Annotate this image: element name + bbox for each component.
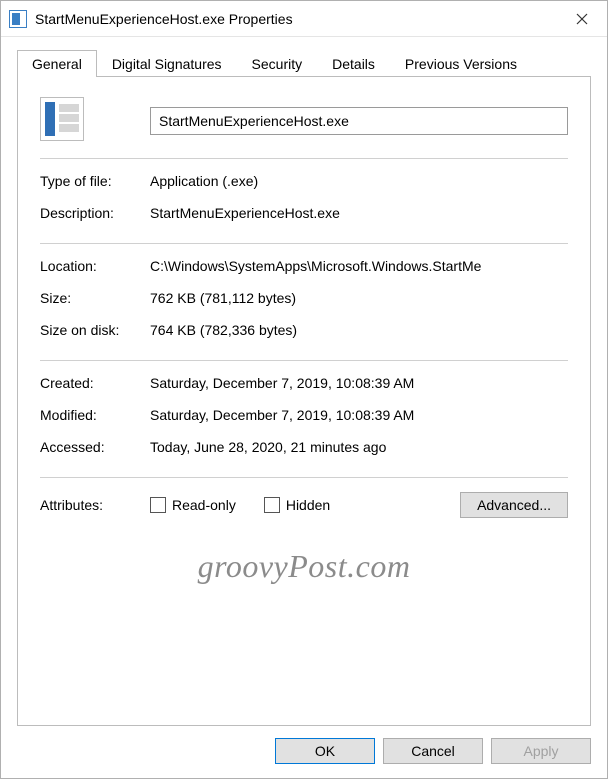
tab-details[interactable]: Details [317, 50, 390, 77]
readonly-label: Read-only [172, 497, 236, 513]
size-on-disk-label: Size on disk: [40, 322, 150, 338]
separator [40, 360, 568, 361]
type-row: Type of file: Application (.exe) [40, 173, 568, 197]
close-button[interactable] [559, 1, 605, 37]
description-value: StartMenuExperienceHost.exe [150, 205, 568, 221]
tab-security[interactable]: Security [237, 50, 318, 77]
app-icon [9, 10, 27, 28]
ok-button[interactable]: OK [275, 738, 375, 764]
description-row: Description: StartMenuExperienceHost.exe [40, 205, 568, 229]
tab-general[interactable]: General [17, 50, 97, 77]
size-value: 762 KB (781,112 bytes) [150, 290, 568, 306]
checkbox-icon [150, 497, 166, 513]
type-label: Type of file: [40, 173, 150, 189]
close-icon [576, 13, 588, 25]
separator [40, 477, 568, 478]
apply-button[interactable]: Apply [491, 738, 591, 764]
location-row: Location: C:\Windows\SystemApps\Microsof… [40, 258, 568, 282]
size-row: Size: 762 KB (781,112 bytes) [40, 290, 568, 314]
window-title: StartMenuExperienceHost.exe Properties [35, 11, 559, 27]
file-icon-cell [40, 97, 150, 144]
properties-window: StartMenuExperienceHost.exe Properties G… [0, 0, 608, 779]
accessed-label: Accessed: [40, 439, 150, 455]
size-on-disk-row: Size on disk: 764 KB (782,336 bytes) [40, 322, 568, 346]
watermark-text: groovyPost.com [40, 548, 568, 585]
titlebar: StartMenuExperienceHost.exe Properties [1, 1, 607, 37]
size-label: Size: [40, 290, 150, 306]
modified-row: Modified: Saturday, December 7, 2019, 10… [40, 407, 568, 431]
content-area: General Digital Signatures Security Deta… [1, 37, 607, 726]
readonly-checkbox[interactable]: Read-only [150, 497, 236, 513]
type-value: Application (.exe) [150, 173, 568, 189]
general-panel: Type of file: Application (.exe) Descrip… [17, 76, 591, 726]
tab-strip: General Digital Signatures Security Deta… [17, 50, 591, 77]
accessed-row: Accessed: Today, June 28, 2020, 21 minut… [40, 439, 568, 463]
application-icon [40, 97, 84, 141]
attributes-row: Attributes: Read-only Hidden Advanced... [40, 492, 568, 518]
checkbox-icon [264, 497, 280, 513]
cancel-button[interactable]: Cancel [383, 738, 483, 764]
size-on-disk-value: 764 KB (782,336 bytes) [150, 322, 568, 338]
filename-row [40, 97, 568, 144]
dialog-footer: OK Cancel Apply [1, 726, 607, 778]
separator [40, 243, 568, 244]
created-label: Created: [40, 375, 150, 391]
created-row: Created: Saturday, December 7, 2019, 10:… [40, 375, 568, 399]
location-value: C:\Windows\SystemApps\Microsoft.Windows.… [150, 258, 568, 274]
accessed-value: Today, June 28, 2020, 21 minutes ago [150, 439, 568, 455]
modified-label: Modified: [40, 407, 150, 423]
filename-input[interactable] [150, 107, 568, 135]
location-label: Location: [40, 258, 150, 274]
modified-value: Saturday, December 7, 2019, 10:08:39 AM [150, 407, 568, 423]
advanced-button[interactable]: Advanced... [460, 492, 568, 518]
tab-digital-signatures[interactable]: Digital Signatures [97, 50, 237, 77]
description-label: Description: [40, 205, 150, 221]
attributes-label: Attributes: [40, 497, 150, 513]
separator [40, 158, 568, 159]
tab-previous-versions[interactable]: Previous Versions [390, 50, 532, 77]
created-value: Saturday, December 7, 2019, 10:08:39 AM [150, 375, 568, 391]
hidden-checkbox[interactable]: Hidden [264, 497, 330, 513]
hidden-label: Hidden [286, 497, 330, 513]
